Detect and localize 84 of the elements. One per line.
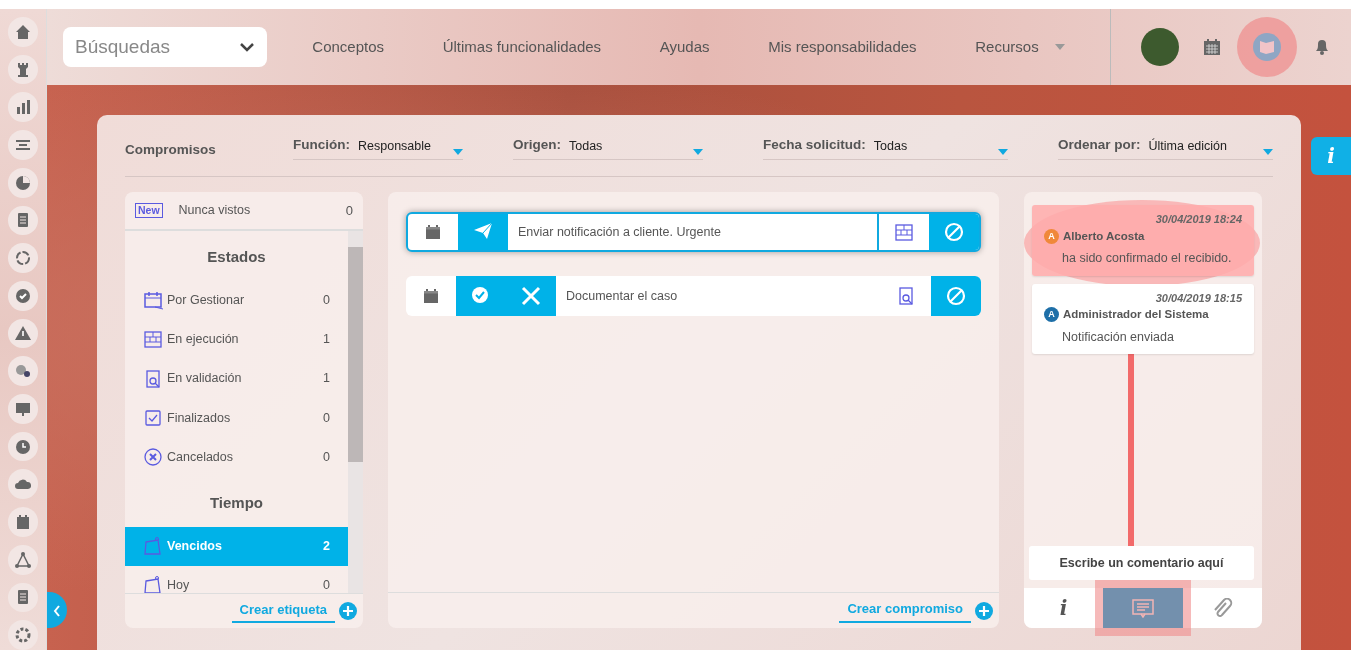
- comment-date: 30/04/2019 18:15: [1154, 290, 1242, 306]
- cloud-icon[interactable]: [8, 469, 38, 500]
- gears-icon[interactable]: [8, 356, 38, 387]
- clock-icon[interactable]: [8, 431, 38, 462]
- plus-circle-icon: [975, 601, 993, 620]
- caret-icon: [693, 149, 703, 156]
- filter-dropdown[interactable]: Función: Responsable: [293, 135, 463, 161]
- comment-text: ha sido confirmado el recibido.: [1061, 250, 1233, 267]
- calendar-icon: [143, 290, 163, 311]
- prohibited-icon: [946, 286, 966, 307]
- note-icon: [143, 536, 163, 557]
- cancel-button[interactable]: [929, 214, 979, 251]
- network-icon[interactable]: [8, 544, 38, 575]
- filter-dropdown[interactable]: Ordenar por: Última edición: [1058, 135, 1273, 161]
- comment-icon: [1132, 598, 1154, 618]
- filter-dropdown[interactable]: Origen: Todas: [513, 135, 703, 161]
- avatar[interactable]: [1141, 28, 1179, 66]
- section-heading: Estados: [206, 247, 267, 268]
- close-icon: [521, 286, 541, 307]
- caret-icon: [1263, 149, 1273, 156]
- nav-link[interactable]: Mis responsabilidades: [762, 34, 923, 60]
- filter-count: 0: [345, 201, 353, 220]
- filter-dropdown[interactable]: Fecha solicitud: Todas: [763, 135, 1008, 161]
- gear-icon[interactable]: [8, 620, 38, 650]
- filter-item[interactable]: Hoy 0: [125, 565, 348, 594]
- pie-chart-icon[interactable]: [8, 167, 38, 198]
- caret-icon: [453, 149, 463, 156]
- bar-chart-icon[interactable]: [8, 92, 38, 123]
- author-initial: A: [1044, 228, 1059, 244]
- search-dropdown[interactable]: Búsquedas: [63, 27, 267, 67]
- nav-link[interactable]: Recursos: [969, 34, 1071, 60]
- task-row[interactable]: Enviar notificación a cliente. Urgente: [406, 212, 981, 253]
- task-title: Enviar notificación a cliente. Urgente: [508, 214, 879, 251]
- list-icon[interactable]: [8, 582, 38, 613]
- monitor-icon[interactable]: [8, 394, 38, 424]
- document-search-icon: [896, 286, 916, 307]
- nav-link[interactable]: Últimas funcionalidades: [436, 34, 608, 60]
- checkbox-icon: [143, 408, 163, 429]
- paper-plane-button[interactable]: [458, 214, 508, 251]
- filter-item[interactable]: En validación 1: [125, 359, 348, 399]
- comment-author: Administrador del Sistema: [1063, 307, 1209, 323]
- calendar-icon: [423, 288, 439, 305]
- task-row[interactable]: Documentar el caso: [406, 276, 981, 317]
- cancel-circle-icon: [143, 447, 163, 468]
- comment-author: Alberto Acosta: [1063, 228, 1145, 244]
- task-title: Documentar el caso: [565, 287, 679, 305]
- section-heading: Tiempo: [208, 493, 265, 514]
- notebook-icon: [1252, 32, 1282, 62]
- brick-wall-icon: [143, 329, 163, 350]
- document-search-icon: [143, 368, 163, 389]
- prohibited-icon: [944, 222, 964, 243]
- tower-icon[interactable]: [8, 54, 38, 85]
- chevron-down-icon: [239, 41, 255, 53]
- nav-link[interactable]: Conceptos: [306, 34, 391, 60]
- comment-date: 30/04/2019 18:24: [1154, 212, 1242, 228]
- author-initial: A: [1044, 307, 1059, 323]
- lines-icon[interactable]: [8, 130, 38, 160]
- scrollbar[interactable]: [348, 231, 363, 594]
- comment-text: Notificación enviada: [1061, 328, 1175, 346]
- comment-field[interactable]: Escribe un comentario aquí: [1029, 546, 1254, 581]
- check-circle-icon[interactable]: [8, 280, 38, 311]
- calendar-icon[interactable]: [8, 507, 38, 537]
- plus-circle-icon: [339, 602, 357, 621]
- cancel-button[interactable]: [931, 276, 981, 317]
- circle-dashed-icon[interactable]: [8, 243, 38, 273]
- check-circle-button[interactable]: [456, 276, 506, 317]
- collapse-button[interactable]: [47, 592, 67, 628]
- list-icon[interactable]: [8, 205, 38, 236]
- page-title: Compromisos: [125, 141, 217, 159]
- filter-item[interactable]: Finalizados 0: [125, 398, 348, 438]
- note-icon: [143, 575, 163, 594]
- caret-icon: [998, 149, 1008, 156]
- home-icon[interactable]: [8, 17, 38, 47]
- paperclip-icon: [1211, 598, 1234, 619]
- new-badge: New: [135, 203, 163, 219]
- filter-item[interactable]: En ejecución 1: [125, 319, 348, 360]
- filter-item[interactable]: Por Gestionar 0: [125, 280, 348, 320]
- calendar-icon: [425, 224, 441, 241]
- filter-label: Nunca vistos: [178, 202, 252, 220]
- warning-icon[interactable]: [8, 318, 38, 349]
- nav-link[interactable]: Ayudas: [653, 34, 716, 60]
- brick-wall-icon: [894, 222, 914, 243]
- filter-item[interactable]: Cancelados 0: [125, 437, 348, 478]
- close-button[interactable]: [506, 276, 556, 317]
